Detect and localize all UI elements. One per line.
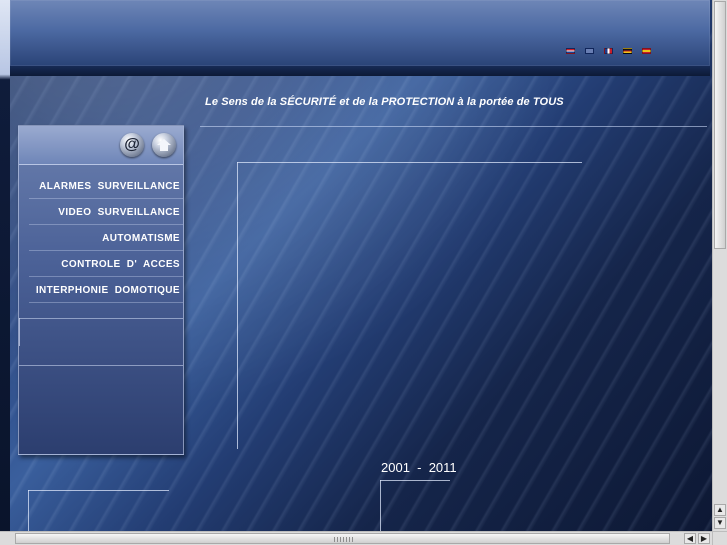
scroll-up-button[interactable]: ▲ xyxy=(714,504,726,516)
flag-es-icon[interactable] xyxy=(642,48,651,54)
lower-left-frame-top xyxy=(28,490,169,491)
at-icon: @ xyxy=(124,136,140,153)
left-rail xyxy=(0,0,10,531)
content-frame-left xyxy=(237,162,238,449)
tagline-divider xyxy=(200,126,707,127)
flag-de-icon[interactable] xyxy=(623,48,632,54)
language-selector xyxy=(566,48,651,54)
sidebar-item-automatisme[interactable]: AUTOMATISME xyxy=(19,225,183,251)
page-background: Le Sens de la SÉCURITÉ et de la PROTECTI… xyxy=(0,0,712,531)
sidebar-menu: ALARMES SURVEILLANCE VIDEO SURVEILLANCE … xyxy=(19,173,183,303)
lower-left-frame-left xyxy=(28,490,29,531)
scroll-grip-icon xyxy=(334,537,354,542)
flag-gb-icon[interactable] xyxy=(585,48,594,54)
copyright-years: 2001 - 2011 xyxy=(381,460,457,475)
scrollbar-corner xyxy=(712,531,727,545)
header-banner xyxy=(10,0,710,66)
email-button[interactable]: @ xyxy=(120,133,144,157)
footer-frame-top xyxy=(380,480,450,481)
footer-frame-left xyxy=(380,480,381,531)
scroll-down-button[interactable]: ▼ xyxy=(714,517,726,529)
flag-nl-icon[interactable] xyxy=(566,48,575,54)
content-frame-top xyxy=(237,162,582,163)
home-icon xyxy=(157,139,171,151)
sidebar-item-alarmes-surveillance[interactable]: ALARMES SURVEILLANCE xyxy=(19,173,183,199)
scroll-right-button[interactable]: ▶ xyxy=(698,533,710,544)
tagline: Le Sens de la SÉCURITÉ et de la PROTECTI… xyxy=(205,96,564,108)
sidebar-empty-box xyxy=(19,318,183,366)
sidebar-panel: @ ALARMES SURVEILLANCE VIDEO SURVEILLANC… xyxy=(18,125,184,455)
sidebar-header: @ xyxy=(19,126,183,165)
horizontal-scroll-thumb[interactable] xyxy=(15,533,670,544)
scroll-left-button[interactable]: ◀ xyxy=(684,533,696,544)
sidebar-item-video-surveillance[interactable]: VIDEO SURVEILLANCE xyxy=(19,199,183,225)
sidebar-box-divider xyxy=(19,318,20,346)
vertical-scroll-thumb[interactable] xyxy=(714,1,726,249)
home-button[interactable] xyxy=(152,133,176,157)
horizontal-scrollbar[interactable]: ◀ ▶ xyxy=(0,531,712,545)
header-stripe xyxy=(10,66,710,76)
sidebar-item-interphonie-domotique[interactable]: INTERPHONIE DOMOTIQUE xyxy=(19,277,183,303)
vertical-scrollbar[interactable]: ▲ ▼ xyxy=(712,0,727,531)
flag-fr-icon[interactable] xyxy=(604,48,613,54)
sidebar-item-controle-acces[interactable]: CONTROLE D' ACCES xyxy=(19,251,183,277)
